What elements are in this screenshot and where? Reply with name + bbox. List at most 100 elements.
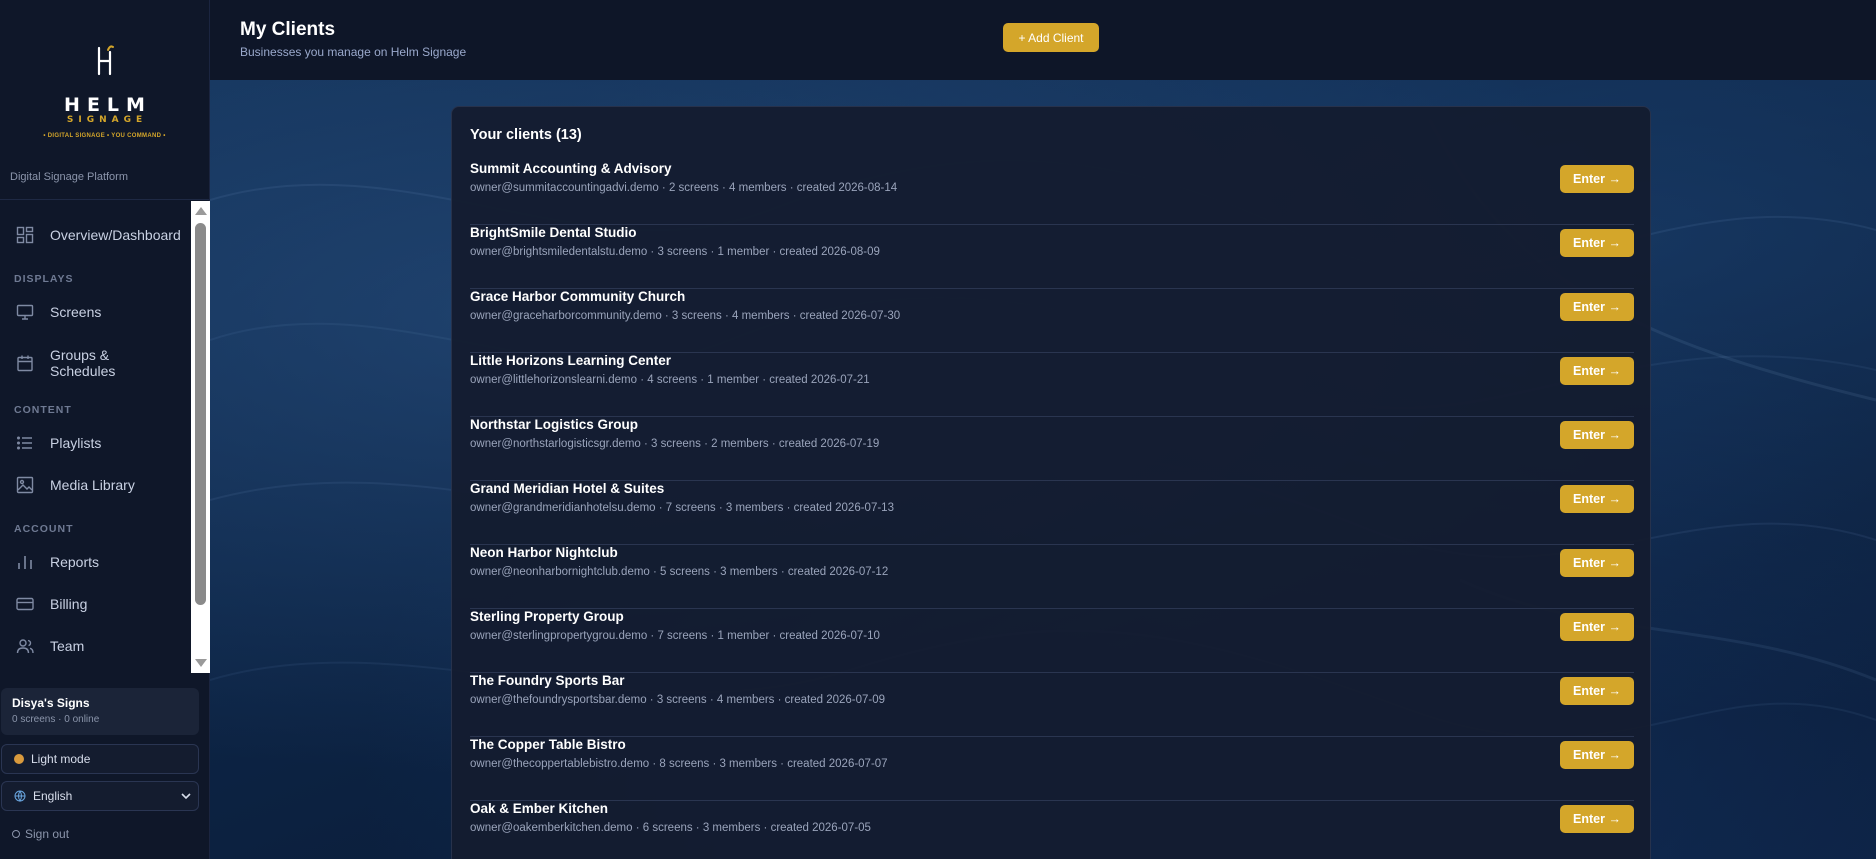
client-name: Little Horizons Learning Center: [470, 353, 672, 368]
logo-area: HELM SIGNAGE • DIGITAL SIGNAGE • YOU COM…: [0, 0, 209, 200]
page-header: My Clients Businesses you manage on Helm…: [210, 0, 1876, 80]
client-name: Neon Harbor Nightclub: [470, 545, 618, 560]
client-name: Oak & Ember Kitchen: [470, 801, 609, 816]
sidebar-item-label: Screens: [50, 304, 102, 320]
sidebar-item-groups-schedules[interactable]: Groups & Schedules: [14, 347, 184, 379]
org-stats: 0 screens · 0 online: [12, 714, 100, 725]
clients-panel: Your clients (13) Summit Accounting & Ad…: [451, 106, 1651, 859]
enter-client-button[interactable]: Enter →: [1560, 805, 1634, 833]
client-row: Sterling Property Group owner@sterlingpro…: [470, 609, 1634, 673]
sign-out-icon: [12, 830, 20, 838]
enter-client-button[interactable]: Enter →: [1560, 293, 1634, 321]
scroll-up-icon[interactable]: [195, 207, 207, 215]
sun-icon: [14, 754, 24, 764]
client-name: Summit Accounting & Advisory: [470, 161, 672, 176]
language-value: English: [33, 789, 73, 803]
add-client-button[interactable]: + Add Client: [1003, 23, 1099, 52]
sidebar-item-label: Groups & Schedules: [50, 347, 116, 379]
sidebar-item-label: Overview/Dashboard: [50, 227, 181, 243]
dashboard-icon: [14, 224, 36, 246]
sidebar-item-billing[interactable]: Billing: [14, 593, 184, 615]
sidebar-item-label: Team: [50, 638, 85, 654]
enter-client-button[interactable]: Enter →: [1560, 165, 1634, 193]
client-row: Northstar Logistics Group owner@northstar…: [470, 417, 1634, 481]
client-name: Grand Meridian Hotel & Suites: [470, 481, 665, 496]
sidebar-item-reports[interactable]: Reports: [14, 551, 184, 573]
nav-section-content: CONTENT: [14, 404, 72, 416]
enter-client-button[interactable]: Enter →: [1560, 421, 1634, 449]
client-meta: owner@grandmeridianhotelsu.demo · 7 scre…: [470, 502, 894, 514]
users-icon: [14, 635, 36, 657]
sidebar-item-media-library[interactable]: Media Library: [14, 474, 184, 496]
list-icon: [14, 432, 36, 454]
client-row: Little Horizons Learning Center owner@lit…: [470, 353, 1634, 417]
enter-client-button[interactable]: Enter →: [1560, 357, 1634, 385]
platform-label: Digital Signage Platform: [10, 171, 129, 183]
client-meta: owner@thecoppertablebistro.demo · 8 scre…: [470, 758, 888, 770]
client-meta: owner@littlehorizonslearni.demo · 4 scre…: [470, 374, 870, 386]
logo-subword: SIGNAGE: [66, 115, 148, 125]
client-name: Northstar Logistics Group: [470, 417, 639, 432]
client-row: Grace Harbor Community Church owner@grace…: [470, 289, 1634, 353]
enter-client-button[interactable]: Enter →: [1560, 485, 1634, 513]
client-meta: owner@neonharbornightclub.demo · 5 scree…: [470, 566, 889, 578]
sidebar-item-screens[interactable]: Screens: [14, 301, 184, 323]
sidebar-scrollbar[interactable]: [191, 201, 210, 673]
client-meta: owner@sterlingpropertygrou.demo · 7 scre…: [470, 630, 880, 642]
client-row: The Copper Table Bistro owner@thecopperta…: [470, 737, 1634, 801]
client-meta: owner@brightsmiledentalstu.demo · 3 scre…: [470, 246, 880, 258]
sidebar-item-playlists[interactable]: Playlists: [14, 432, 184, 454]
client-meta: owner@graceharborcommunity.demo · 3 scre…: [470, 310, 901, 322]
client-name: The Copper Table Bistro: [470, 737, 626, 752]
language-select[interactable]: English: [1, 781, 199, 811]
logo-tagline: • DIGITAL SIGNAGE • YOU COMMAND •: [43, 133, 166, 139]
logo-word: HELM: [64, 94, 152, 116]
client-row: Summit Accounting & Advisory owner@summit…: [470, 161, 1634, 225]
page-title: My Clients: [240, 19, 336, 40]
sidebar-item-label: Reports: [50, 554, 100, 570]
sidebar-item-label: Billing: [50, 596, 88, 612]
enter-client-button[interactable]: Enter →: [1560, 549, 1634, 577]
client-meta: owner@summitaccountingadvi.demo · 2 scre…: [470, 182, 898, 194]
calendar-icon: [14, 352, 36, 374]
org-card[interactable]: Disya's Signs 0 screens · 0 online: [1, 688, 199, 735]
enter-client-button[interactable]: Enter →: [1560, 229, 1634, 257]
enter-client-button[interactable]: Enter →: [1560, 613, 1634, 641]
light-mode-toggle[interactable]: Light mode: [1, 744, 199, 774]
chevron-down-icon: [180, 790, 192, 805]
client-name: Sterling Property Group: [470, 609, 624, 624]
org-name: Disya's Signs: [12, 696, 90, 710]
sidebar-item-label: Playlists: [50, 435, 102, 451]
client-row: Neon Harbor Nightclub owner@neonharbornig…: [470, 545, 1634, 609]
sidebar-item-label: Media Library: [50, 477, 135, 493]
page-subtitle: Businesses you manage on Helm Signage: [240, 45, 467, 59]
nav-section-displays: DISPLAYS: [14, 273, 74, 285]
client-row: BrightSmile Dental Studio owner@brightsmi…: [470, 225, 1634, 289]
scroll-down-icon[interactable]: [195, 659, 207, 667]
bar-chart-icon: [14, 551, 36, 573]
credit-card-icon: [14, 593, 36, 615]
sidebar-nav: Overview/Dashboard DISPLAYS Screens Grou…: [0, 201, 210, 673]
enter-client-button[interactable]: Enter →: [1560, 741, 1634, 769]
sign-out-link[interactable]: Sign out: [12, 827, 69, 841]
client-name: The Foundry Sports Bar: [470, 673, 625, 688]
globe-icon: [14, 790, 26, 802]
sidebar: HELM SIGNAGE • DIGITAL SIGNAGE • YOU COM…: [0, 0, 210, 859]
helm-logo-icon: [0, 44, 209, 83]
client-name: Grace Harbor Community Church: [470, 289, 686, 304]
client-meta: owner@thefoundrysportsbar.demo · 3 scree…: [470, 694, 886, 706]
monitor-icon: [14, 301, 36, 323]
sidebar-item-team[interactable]: Team: [14, 635, 184, 657]
client-name: BrightSmile Dental Studio: [470, 225, 637, 240]
enter-client-button[interactable]: Enter →: [1560, 677, 1634, 705]
mode-toggle-label: Light mode: [31, 752, 91, 766]
client-row: Oak & Ember Kitchen owner@oakemberkitchen…: [470, 801, 1634, 859]
sign-out-label: Sign out: [25, 827, 70, 841]
client-meta: owner@northstarlogisticsgr.demo · 3 scre…: [470, 438, 880, 450]
client-list: Summit Accounting & Advisory owner@summit…: [470, 161, 1634, 859]
image-icon: [14, 474, 36, 496]
clients-panel-title: Your clients (13): [470, 127, 582, 143]
sidebar-item-overview[interactable]: Overview/Dashboard: [14, 224, 184, 246]
client-meta: owner@oakemberkitchen.demo · 6 screens ·…: [470, 822, 871, 834]
scroll-thumb[interactable]: [195, 223, 206, 605]
